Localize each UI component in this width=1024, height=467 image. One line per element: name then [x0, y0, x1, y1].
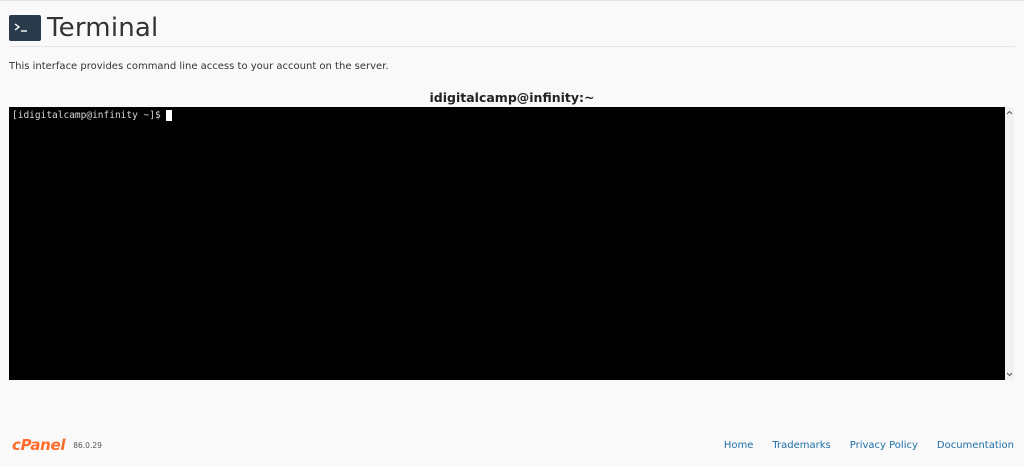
terminal-icon [9, 15, 41, 41]
scroll-up-arrow-icon[interactable] [1005, 108, 1014, 117]
terminal-prompt: [idigitalcamp@infinity ~]$ [12, 110, 161, 121]
page-footer: cPanel 86.0.29 Home Trademarks Privacy P… [12, 434, 1014, 456]
terminal-cursor [165, 110, 172, 121]
footer-links: Home Trademarks Privacy Policy Documenta… [705, 440, 1014, 451]
footer-link-home[interactable]: Home [724, 440, 754, 451]
terminal-scrollbar[interactable] [1005, 107, 1014, 380]
page-description: This interface provides command line acc… [9, 61, 389, 72]
version-label: 86.0.29 [73, 440, 102, 450]
page: Terminal This interface provides command… [0, 0, 1024, 467]
page-header: Terminal [9, 10, 1015, 47]
footer-link-documentation[interactable]: Documentation [937, 440, 1014, 451]
scroll-down-arrow-icon[interactable] [1005, 370, 1014, 379]
footer-link-trademarks[interactable]: Trademarks [772, 440, 830, 451]
cpanel-logo[interactable]: cPanel [12, 436, 66, 454]
terminal-window[interactable]: [idigitalcamp@infinity ~]$ [9, 107, 1014, 380]
terminal-prompt-line[interactable]: [idigitalcamp@infinity ~]$ [12, 110, 172, 121]
terminal-session-title: idigitalcamp@infinity:~ [429, 90, 595, 105]
footer-link-privacy-policy[interactable]: Privacy Policy [850, 440, 918, 451]
page-title: Terminal [47, 13, 159, 43]
